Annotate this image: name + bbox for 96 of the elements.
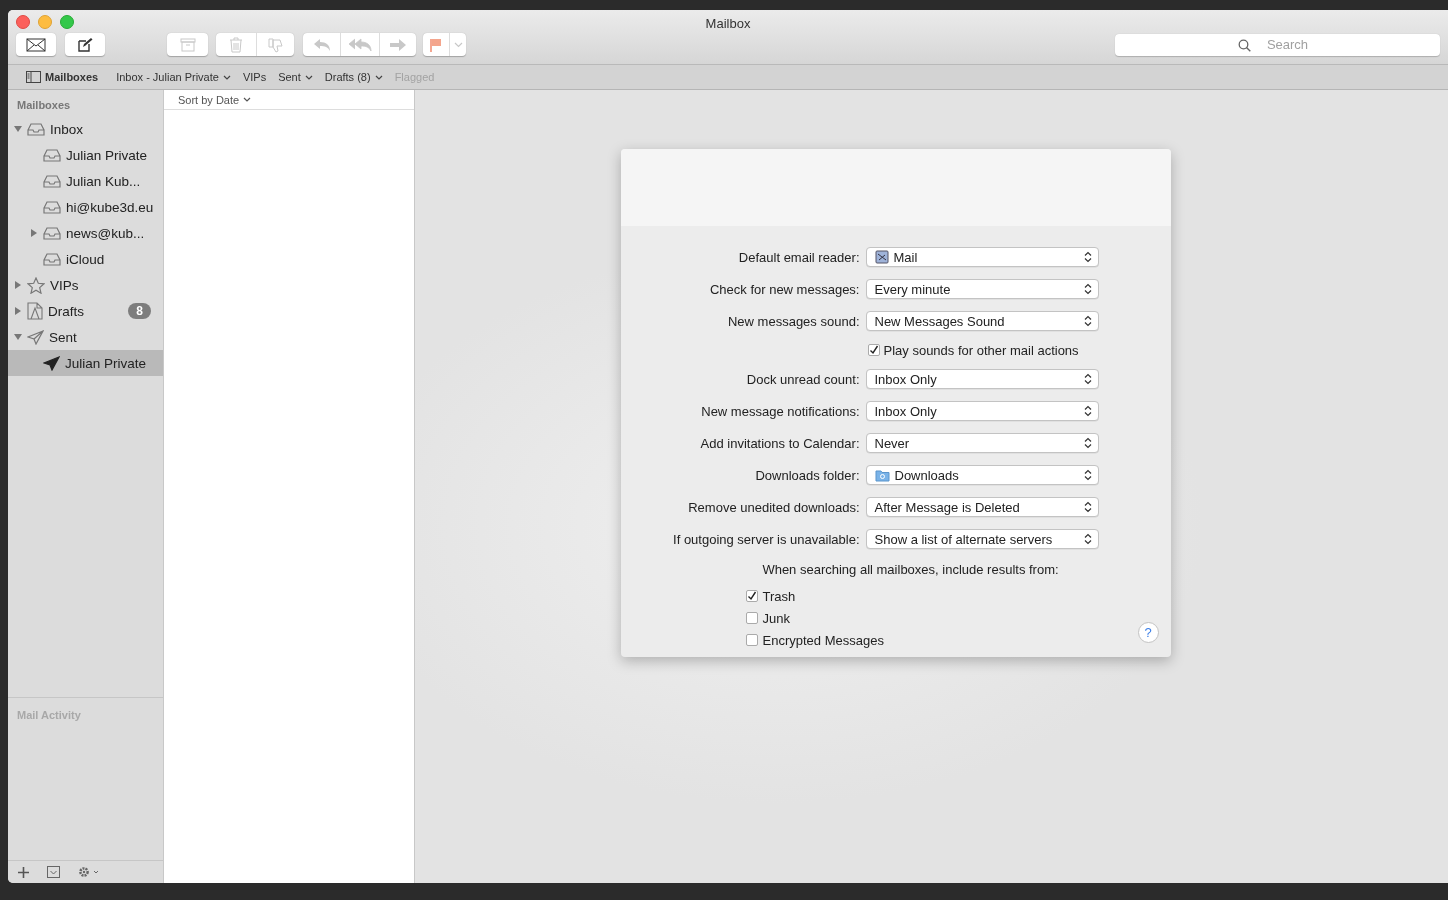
right-arrow-icon [389, 37, 407, 52]
trash-icon [229, 36, 243, 53]
thumbs-down-icon [267, 36, 284, 53]
app-icon [874, 250, 889, 264]
setting-label: Remove unedited downloads: [687, 499, 860, 515]
popup-menu[interactable]: Show a list of alternate servers [865, 529, 1099, 549]
setting-label: Add invitations to Calendar: [699, 435, 860, 451]
double-reply-arrow-icon [348, 37, 372, 52]
disclosure-triangle-icon[interactable] [14, 125, 22, 133]
up-down-arrows-icon [1083, 501, 1092, 513]
up-down-arrows-icon [1083, 251, 1092, 263]
setting-label: Default email reader: [737, 249, 860, 265]
disclosure-triangle-icon[interactable] [14, 307, 22, 315]
checkbox[interactable] [867, 344, 880, 356]
reply-arrow-icon [312, 37, 331, 52]
popup-menu[interactable]: After Message is Deleted [865, 497, 1099, 517]
chevron-down-icon [453, 41, 463, 48]
setting-label: If outgoing server is unavailable: [672, 531, 860, 547]
favorite-button[interactable]: Inbox - Julian Private [112, 69, 235, 85]
tray-down-icon[interactable] [47, 866, 60, 878]
sidebar-icon [26, 71, 41, 83]
checkbox[interactable] [745, 612, 758, 624]
section-heading: Mailboxes [16, 98, 72, 113]
up-down-arrows-icon [1083, 283, 1092, 295]
checkbox[interactable] [745, 590, 758, 602]
inbox-tray-icon [27, 122, 45, 136]
mailboxes-toggle-button[interactable]: Mailboxes [22, 69, 103, 85]
disclosure-triangle-icon[interactable] [30, 229, 38, 237]
mailbox-item[interactable]: Julian Kub... [8, 168, 163, 194]
up-down-arrows-icon [1083, 533, 1092, 545]
favorite-button[interactable]: Sent [274, 69, 317, 85]
setting-label: New message notifications: [700, 403, 860, 419]
mailbox-item[interactable]: VIPs [8, 272, 163, 298]
setting-label: Downloads folder: [754, 467, 860, 483]
section-heading: When searching all mailboxes, include results from: [761, 561, 1060, 579]
popup-menu[interactable]: Never [865, 433, 1099, 453]
document-icon [27, 302, 43, 320]
popup-menu[interactable]: Mail [865, 247, 1099, 267]
search-field[interactable]: Search [1115, 33, 1440, 56]
setting-label: New messages sound: [727, 313, 860, 329]
mailbox-item[interactable]: iCloud [8, 246, 163, 272]
inbox-tray-icon [43, 148, 61, 162]
checkbox-label: Trash [762, 588, 796, 604]
window-title: Mailbox [705, 16, 751, 31]
chevron-down-icon [222, 74, 231, 80]
checkbox-label: Play sounds for other mail actions [883, 342, 1079, 358]
inbox-tray-icon [43, 174, 61, 188]
popup-menu[interactable]: Inbox Only [865, 401, 1099, 421]
favorite-button[interactable]: Drafts (8) [320, 69, 387, 85]
chevron-down-icon [304, 74, 313, 80]
up-down-arrows-icon [1083, 315, 1092, 327]
setting-label: Check for new messages: [708, 281, 860, 297]
checkbox-label: Encrypted Messages [762, 632, 884, 648]
setting-label: Dock unread count: [745, 371, 860, 387]
popup-menu[interactable]: Every minute [865, 279, 1099, 299]
up-down-arrows-icon [1083, 373, 1092, 385]
flag-icon [430, 37, 442, 52]
disclosure-triangle-icon[interactable] [14, 333, 22, 341]
minimize-button[interactable] [38, 15, 52, 29]
mailbox-item[interactable]: Julian Private [8, 142, 163, 168]
mailbox-item[interactable]: Sent [8, 324, 163, 350]
add-icon[interactable] [18, 866, 29, 878]
mailbox-item[interactable]: hi@kube3d.eu [8, 194, 163, 220]
checkbox[interactable] [745, 634, 758, 646]
disclosure-triangle-icon[interactable] [14, 281, 22, 289]
inbox-tray-icon [43, 252, 61, 266]
zoom-button[interactable] [60, 15, 74, 29]
sort-menu-button[interactable]: Sort by Date [174, 93, 256, 106]
star-icon [27, 276, 45, 294]
popup-menu[interactable]: Downloads [865, 465, 1099, 485]
inbox-tray-icon [43, 226, 61, 240]
mailbox-item[interactable]: news@kub... [8, 220, 163, 246]
up-down-arrows-icon [1083, 437, 1092, 449]
mailbox-item[interactable]: Julian Private [8, 350, 163, 376]
mailbox-item[interactable]: Inbox [8, 116, 163, 142]
search-icon [1238, 38, 1251, 52]
popup-menu[interactable]: New Messages Sound [865, 311, 1099, 331]
compose-icon [77, 36, 93, 53]
inbox-tray-icon [43, 200, 61, 214]
paper-plane-icon [43, 355, 60, 371]
popup-menu[interactable]: Inbox Only [865, 369, 1099, 389]
close-button[interactable] [16, 15, 30, 29]
help-button[interactable]: ? [1137, 622, 1159, 643]
envelope-icon [26, 37, 46, 52]
paper-plane-icon [27, 329, 44, 345]
unread-count-badge: 8 [128, 303, 151, 319]
mailbox-item[interactable]: Drafts 8 [8, 298, 163, 324]
folder-icon [874, 468, 890, 482]
favorite-button[interactable]: VIPs [238, 69, 271, 85]
chevron-down-icon [243, 97, 252, 102]
checkbox-label: Junk [762, 610, 790, 626]
archive-box-icon [179, 37, 196, 52]
up-down-arrows-icon [1083, 405, 1092, 417]
up-down-arrows-icon [1083, 469, 1092, 481]
settings-icon[interactable] [78, 866, 100, 878]
chevron-down-icon [374, 74, 383, 80]
